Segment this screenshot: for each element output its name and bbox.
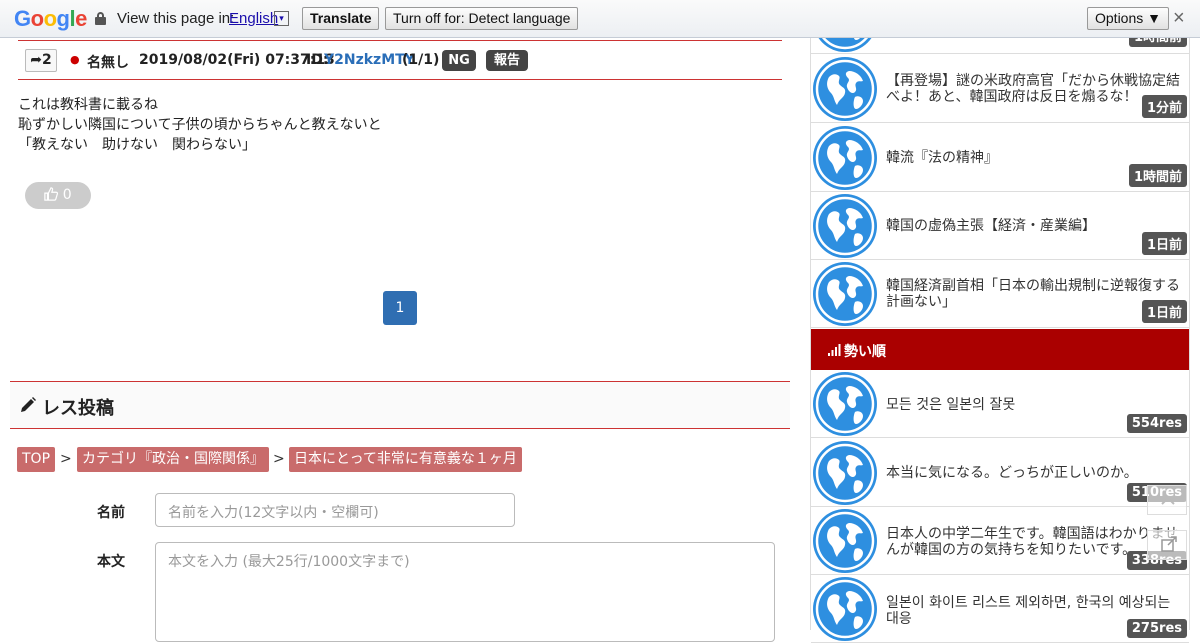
globe-icon [813, 57, 877, 121]
globe-icon [813, 126, 877, 190]
scroll-top-button[interactable] [1147, 485, 1187, 515]
turn-off-button[interactable]: Turn off for: Detect language [385, 7, 579, 30]
ranking-item[interactable]: 日本人の中学二年生です。韓国語はわかりませんが韓国の方の気持ちを知りたいです。 … [811, 507, 1189, 575]
lock-icon [95, 12, 106, 25]
res-number: 2 [41, 52, 52, 68]
ranking-item[interactable]: 本当に気になる。どっちが正しいのか。 510res [811, 439, 1189, 507]
reply-button[interactable]: ➦2 [25, 49, 57, 72]
language-dropdown-icon[interactable]: ▾ [274, 11, 289, 26]
body-textarea[interactable]: 本文を入力 (最大25行/1000文字まで) [155, 542, 775, 642]
ranking-item[interactable]: 일본이 화이트 리스트 제외하면, 한국의 예상되는 대응 275res [811, 575, 1189, 643]
ranking-header: 勢い順 [811, 329, 1189, 370]
breadcrumb-thread[interactable]: 日本にとって非常に有意義な１ヶ月 [289, 447, 522, 472]
globe-icon [813, 194, 877, 258]
post-line: これは教科書に載るね [18, 97, 158, 113]
like-count: 0 [62, 187, 72, 203]
close-icon[interactable]: × [1173, 8, 1185, 28]
breadcrumb-separator: > [60, 451, 72, 467]
translate-prompt: View this page in: [117, 10, 235, 27]
ranking-item[interactable]: 모든 것은 일본의 잘못 554res [811, 370, 1189, 438]
pencil-icon [21, 397, 36, 412]
time-badge: 1分前 [1141, 95, 1187, 118]
signal-bars-icon [828, 344, 841, 356]
id-count: (1/1) [402, 52, 440, 68]
name-input[interactable]: 名前を入力(12文字以内・空欄可) [155, 493, 515, 527]
thumbs-up-icon [44, 187, 59, 201]
like-button[interactable]: 0 [25, 182, 91, 209]
external-link-icon [1161, 536, 1177, 552]
globe-icon [813, 262, 877, 326]
breadcrumb-category[interactable]: カテゴリ『政治・国際関係』 [77, 447, 269, 472]
options-button[interactable]: Options ▼ [1087, 7, 1169, 30]
thread-title[interactable]: 韓国の虚偽主張【経済・産業編】 [886, 218, 1186, 234]
globe-icon [813, 577, 877, 641]
thread-item[interactable]: 【再登場】謎の米政府高官「だから休戦協定結べよ！あと、韓国政府は反日を煽るな！ … [811, 55, 1189, 123]
res-count-badge: 275res [1126, 619, 1187, 638]
time-badge: 1日前 [1141, 232, 1187, 255]
reply-arrow-icon: ➦ [30, 52, 42, 68]
breadcrumb-top[interactable]: TOP [17, 447, 56, 472]
share-button[interactable] [1147, 530, 1187, 560]
body-label: 本文 [97, 554, 125, 570]
globe-icon [813, 372, 877, 436]
page-1-button[interactable]: 1 [383, 291, 417, 325]
time-badge: 1日前 [1141, 300, 1187, 323]
translate-bar: Google View this page in: English ▾ Tran… [0, 0, 1200, 38]
globe-icon [813, 441, 877, 505]
status-dot: ● [70, 53, 80, 66]
post-body: これは教科書に載るね 恥ずかしい隣国について子供の頃からちゃんと教えないと 「教… [18, 95, 382, 155]
ranking-heading: 勢い順 [844, 344, 886, 360]
name-label: 名前 [97, 505, 125, 521]
thread-title[interactable]: 모든 것은 일본의 잘못 [886, 397, 1186, 413]
post-header: ➦2 ● 名無し 2019/08/02(Fri) 07:37:13 ID: Y2… [18, 40, 782, 80]
breadcrumb-separator: > [273, 451, 285, 467]
post-line: 「教えない 助けない 関わらない」 [18, 137, 256, 153]
poster-name: 名無し [87, 55, 129, 71]
post-form-header: レス投稿 [10, 381, 790, 429]
time-badge: 1時間前 [1128, 164, 1187, 187]
thread-item[interactable]: 韓国経済副首相「日本の輸出規制に逆報復する計画ない」 1日前 [811, 260, 1189, 328]
form-heading: レス投稿 [42, 398, 114, 419]
thread-title[interactable]: 本当に気になる。どっちが正しいのか。 [886, 465, 1186, 481]
language-link[interactable]: English [229, 10, 278, 27]
sidebar: 1時間前 【再登場】謎の米政府高官「だから休戦協定結べよ！あと、韓国政府は反日を… [810, 0, 1190, 643]
res-count-badge: 554res [1126, 414, 1187, 433]
thread-item[interactable]: 韓国の虚偽主張【経済・産業編】 1日前 [811, 192, 1189, 260]
globe-icon [813, 509, 877, 573]
google-logo: Google [14, 6, 87, 31]
post-line: 恥ずかしい隣国について子供の頃からちゃんと教えないと [18, 117, 382, 133]
translate-button[interactable]: Translate [302, 7, 380, 30]
thread-item[interactable]: 韓流『法の精神』 1時間前 [811, 124, 1189, 192]
up-arrow-icon [1161, 496, 1175, 505]
ng-button[interactable]: NG [442, 50, 476, 71]
report-button[interactable]: 報告 [486, 50, 528, 71]
